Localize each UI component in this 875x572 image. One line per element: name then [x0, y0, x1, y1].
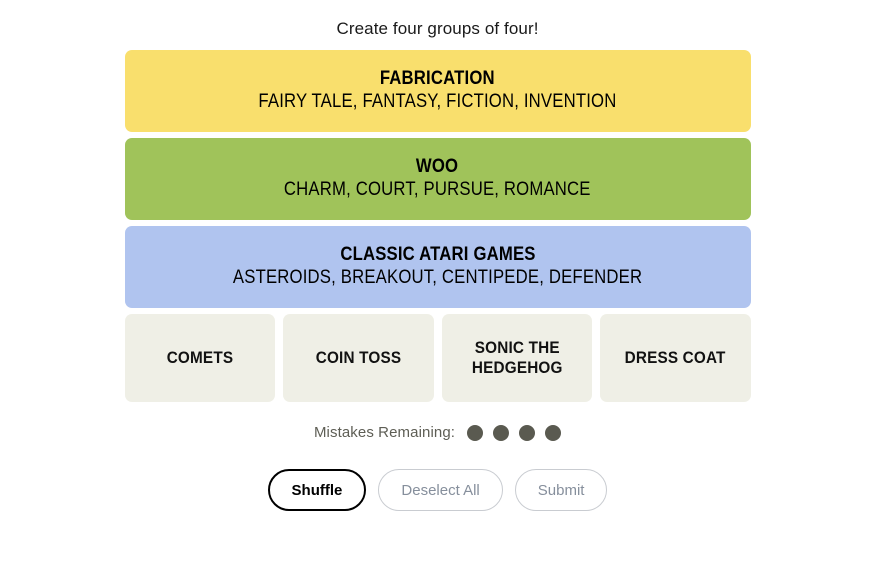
solved-group-members: FAIRY TALE, FANTASY, FICTION, INVENTION [258, 91, 617, 112]
mistake-dot [519, 424, 536, 441]
solved-group-band: WOO CHARM, COURT, PURSUE, ROMANCE [124, 138, 751, 220]
game-board: FABRICATION FAIRY TALE, FANTASY, FICTION,… [124, 39, 751, 511]
solved-group-band: CLASSIC ATARI GAMES ASTEROIDS, BREAKOUT, … [124, 226, 751, 308]
word-tile-label: DRESS COAT [624, 348, 726, 367]
word-tile-label: SONIC THE HEDGEHOG [471, 338, 563, 377]
connections-game: Create four groups of four! FABRICATION F… [0, 0, 875, 572]
solved-groups-container: FABRICATION FAIRY TALE, FANTASY, FICTION,… [124, 50, 751, 308]
solved-group-category: FABRICATION [380, 68, 495, 89]
word-tile[interactable]: COMETS [124, 314, 275, 402]
word-tile[interactable]: SONIC THE HEDGEHOG [441, 314, 592, 402]
mistake-dot [545, 424, 562, 441]
page-title: Create four groups of four! [336, 19, 539, 38]
word-tile[interactable]: DRESS COAT [600, 314, 751, 402]
mistakes-label: Mistakes Remaining: [313, 424, 456, 441]
mistakes-remaining: Mistakes Remaining: [125, 424, 751, 441]
deselect-all-button[interactable]: Deselect All [378, 469, 503, 511]
solved-group-category: CLASSIC ATARI GAMES [339, 244, 536, 265]
mistake-dot [467, 424, 484, 441]
mistake-dots [467, 424, 562, 441]
control-buttons: Shuffle Deselect All Submit [125, 469, 751, 511]
submit-button[interactable]: Submit [514, 469, 608, 511]
word-tile-label: COMETS [166, 348, 234, 367]
word-tile-label: COIN TOSS [315, 348, 401, 367]
shuffle-button[interactable]: Shuffle [267, 469, 367, 511]
solved-group-band: FABRICATION FAIRY TALE, FANTASY, FICTION,… [124, 50, 751, 132]
word-tile[interactable]: COIN TOSS [283, 314, 434, 402]
solved-group-category: WOO [416, 156, 459, 177]
solved-group-members: ASTEROIDS, BREAKOUT, CENTIPEDE, DEFENDER [232, 267, 643, 288]
tile-row: COMETS COIN TOSS SONIC THE HEDGEHOG DRESS C… [124, 314, 751, 402]
solved-group-members: CHARM, COURT, PURSUE, ROMANCE [284, 179, 591, 200]
mistake-dot [493, 424, 510, 441]
